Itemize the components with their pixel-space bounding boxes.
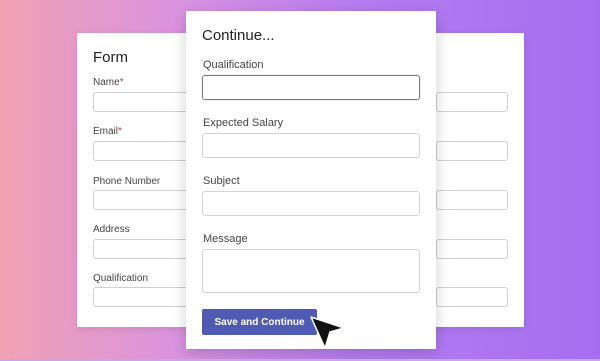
name-label: Name* xyxy=(93,77,124,88)
qualification-field-label: Qualification xyxy=(203,59,264,71)
subject-label: Subject xyxy=(203,175,240,187)
continue-form-card: Continue... Qualification Expected Salar… xyxy=(186,11,436,349)
email-input-right-edge[interactable] xyxy=(436,141,508,161)
mouse-pointer-icon xyxy=(310,316,345,349)
background-form-title: Form xyxy=(93,49,128,66)
phone-number-input-right-edge[interactable] xyxy=(436,190,508,210)
expected-salary-input[interactable] xyxy=(202,133,420,158)
email-label: Email* xyxy=(93,126,122,137)
phone-number-label: Phone Number xyxy=(93,176,161,187)
address-input-right-edge[interactable] xyxy=(436,239,508,259)
address-label: Address xyxy=(93,224,130,235)
message-label: Message xyxy=(203,233,248,245)
save-and-continue-button[interactable]: Save and Continue xyxy=(202,309,317,335)
name-input-right-edge[interactable] xyxy=(436,92,508,112)
qualification-label: Qualification xyxy=(93,273,149,284)
subject-input[interactable] xyxy=(202,191,420,216)
qualification-field-input[interactable] xyxy=(202,75,420,100)
expected-salary-label: Expected Salary xyxy=(203,117,284,129)
message-textarea[interactable] xyxy=(202,249,420,293)
qualification-input-right-edge[interactable] xyxy=(436,287,508,307)
continue-form-title: Continue... xyxy=(202,27,275,44)
